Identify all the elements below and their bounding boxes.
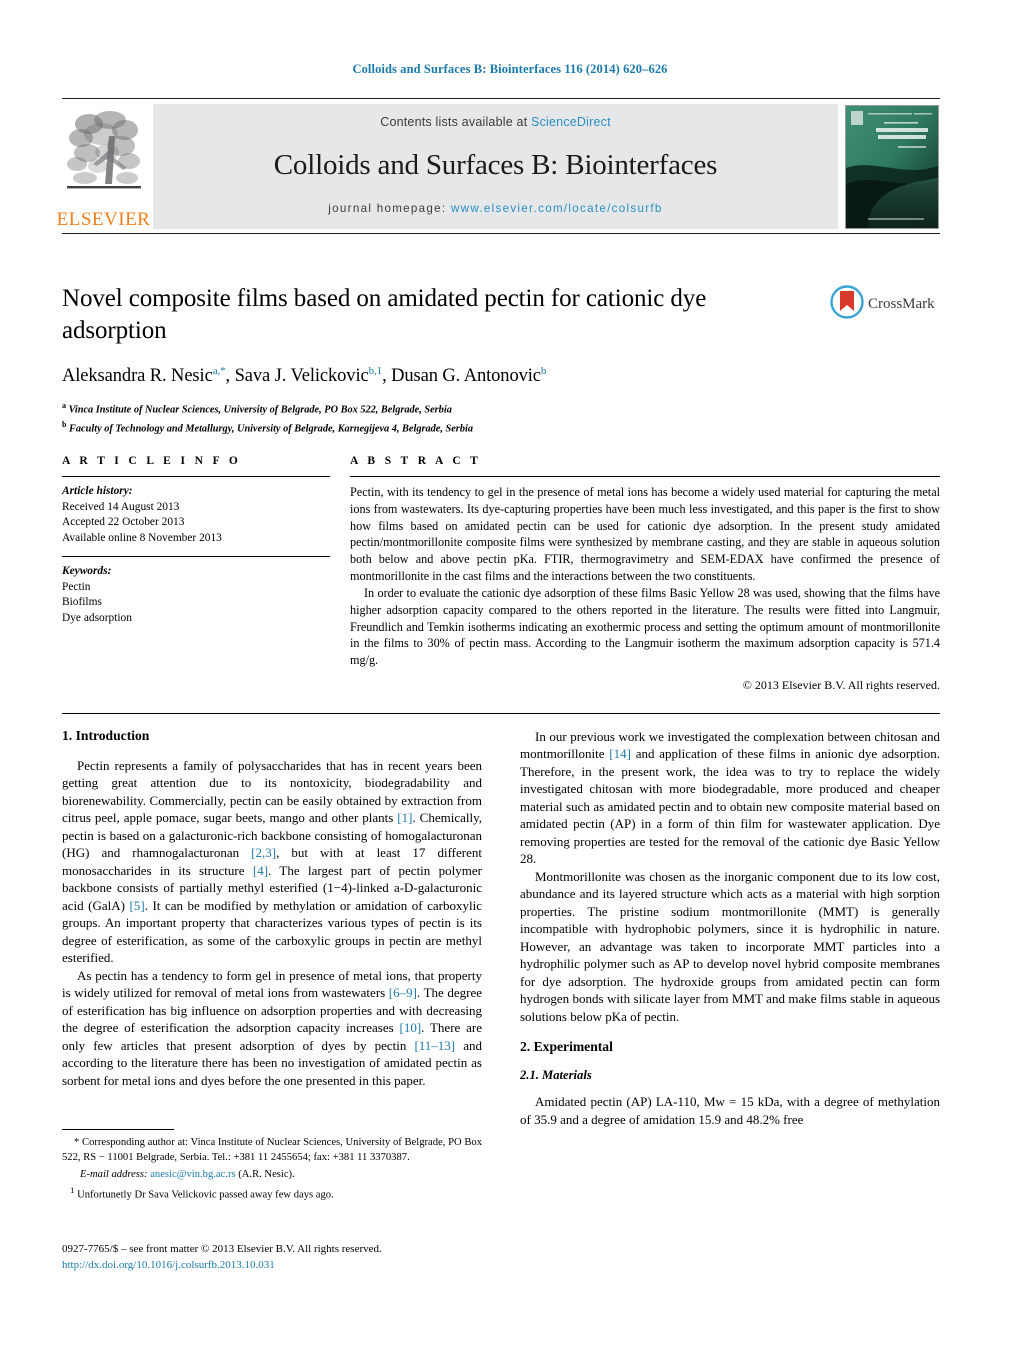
affiliation-list: a Vinca Institute of Nuclear Sciences, U… (62, 400, 762, 437)
affiliation-text-b: Faculty of Technology and Metallurgy, Un… (69, 422, 473, 434)
footnote-email-label: E-mail address: (80, 1168, 148, 1180)
abstract-paragraph-1: Pectin, with its tendency to gel in the … (350, 485, 940, 584)
footnote-email-link[interactable]: anesic@vin.bg.ac.rs (150, 1169, 235, 1180)
article-history-online: Available online 8 November 2013 (62, 532, 222, 545)
right-p1-b: and application of these films in anioni… (520, 746, 940, 867)
footnote-marker-1: 1 (70, 1185, 75, 1196)
footnote-note-1-text: Unfortunetly Dr Sava Velickovic passed a… (77, 1190, 334, 1202)
footnote-rule (62, 1129, 174, 1130)
footnote-email: E-mail address: anesic@vin.bg.ac.rs (A.R… (62, 1168, 482, 1183)
author-list: Aleksandra R. Nesica,*, Sava J. Velickov… (62, 365, 547, 387)
running-head: Colloids and Surfaces B: Biointerfaces 1… (352, 62, 668, 76)
article-history-accepted: Accepted 22 October 2013 (62, 516, 185, 529)
title-block: Novel composite films based on amidated … (62, 283, 762, 437)
affiliation-marker-b: b (62, 419, 67, 429)
footnote-note-1: 1 Unfortunetly Dr Sava Velickovic passed… (62, 1184, 482, 1203)
article-info-column: A R T I C L E I N F O Article history: R… (62, 455, 330, 693)
right-column: x In our previous work we investigated t… (520, 728, 940, 1128)
author-name-2: Sava J. Velickovic (234, 366, 369, 387)
affiliation-b: b Faculty of Technology and Metallurgy, … (62, 419, 762, 437)
info-abstract-band: A R T I C L E I N F O Article history: R… (62, 455, 940, 693)
citation-4[interactable]: [4] (253, 863, 268, 878)
abstract-paragraph-2: In order to evaluate the cationic dye ad… (350, 585, 940, 668)
right-paragraph-2: Montmorillonite was chosen as the inorga… (520, 868, 940, 1024)
contents-available-line: Contents lists available at ScienceDirec… (380, 115, 611, 129)
masthead-top-rule (62, 98, 940, 99)
citation-11-13[interactable]: [11–13] (414, 1038, 455, 1053)
affiliation-marker-a: a (62, 401, 66, 411)
journal-cover-block (844, 104, 940, 229)
page-title: Novel composite films based on amidated … (62, 285, 707, 344)
affiliation-a: a Vinca Institute of Nuclear Sciences, U… (62, 400, 762, 418)
masthead-bottom-rule (62, 233, 940, 234)
keywords-list: Keywords: Pectin Biofilms Dye adsorption (62, 564, 330, 627)
footnote-email-suffix: (A.R. Nesic). (235, 1168, 295, 1180)
author-sup-2: b,1 (368, 365, 383, 377)
journal-masthead: ELSEVIER Contents lists available at Sci… (57, 98, 940, 234)
doi-link[interactable]: http://dx.doi.org/10.1016/j.colsurfb.201… (62, 1258, 492, 1274)
section-heading-experimental: 2. Experimental (520, 1039, 613, 1055)
keyword-3: Dye adsorption (62, 612, 132, 625)
citation-5[interactable]: [5] (130, 898, 145, 913)
body-columns: 1. Introduction Pectin represents a fami… (62, 728, 940, 1128)
elsevier-tree-icon (66, 111, 141, 189)
abstract-rule (350, 476, 940, 477)
citation-1[interactable]: [1] (397, 810, 412, 825)
journal-cover-image (845, 104, 939, 229)
footnote-corresponding-author: * Corresponding author at: Vinca Institu… (62, 1137, 482, 1163)
left-column: 1. Introduction Pectin represents a fami… (62, 728, 482, 1128)
right-paragraph-1: In our previous work we investigated the… (520, 728, 940, 868)
author-name-1: Aleksandra R. Nesic (62, 366, 213, 387)
article-history-received: Received 14 August 2013 (62, 500, 180, 513)
crossmark-icon: CrossMark (830, 285, 935, 319)
sciencedirect-link[interactable]: ScienceDirect (531, 115, 611, 129)
abstract-column: A B S T R A C T Pectin, with its tendenc… (350, 455, 940, 693)
svg-text:CrossMark: CrossMark (868, 296, 935, 312)
crossmark-badge[interactable]: CrossMark (830, 285, 942, 319)
article-info-heading: A R T I C L E I N F O (62, 455, 242, 467)
issn-copyright-block: 0927-7765/$ – see front matter © 2013 El… (62, 1242, 492, 1274)
article-history: Article history: Received 14 August 2013… (62, 484, 330, 547)
intro-paragraph-1: Pectin represents a family of polysaccha… (62, 757, 482, 967)
subsection-heading-materials: 2.1. Materials (520, 1068, 592, 1083)
author-sup-1: a,* (212, 365, 226, 377)
elsevier-logo-block: ELSEVIER (57, 104, 150, 229)
paper-page: Colloids and Surfaces B: Biointerfaces 1… (0, 0, 1020, 1351)
affiliation-text-a: Vinca Institute of Nuclear Sciences, Uni… (68, 404, 452, 416)
journal-homepage-line: journal homepage: www.elsevier.com/locat… (328, 202, 662, 215)
footnote-block: * Corresponding author at: Vinca Institu… (62, 1129, 482, 1204)
article-history-label: Article history: (62, 485, 133, 497)
homepage-prefix: journal homepage: (328, 202, 451, 215)
citation-6-9[interactable]: [6–9] (389, 985, 417, 1000)
citation-2-3[interactable]: [2,3] (251, 845, 276, 860)
materials-paragraph-1: Amidated pectin (AP) LA-110, Mw = 15 kDa… (520, 1094, 940, 1127)
author-sup-3: b (540, 365, 547, 377)
elsevier-wordmark: ELSEVIER (56, 209, 151, 230)
author-name-3: Dusan G. Antonovic (391, 366, 541, 387)
keywords-label: Keywords: (62, 564, 112, 577)
citation-14[interactable]: [14] (609, 746, 631, 761)
journal-title: Colloids and Surfaces B: Biointerfaces (273, 149, 718, 181)
article-info-rule (62, 476, 330, 477)
abstract-heading: A B S T R A C T (350, 455, 482, 467)
abstract-body: Pectin, with its tendency to gel in the … (350, 484, 940, 669)
keyword-1: Pectin (62, 580, 91, 593)
intro-paragraph-2: As pectin has a tendency to form gel in … (62, 967, 482, 1089)
section-heading-introduction: 1. Introduction (62, 728, 150, 743)
homepage-url-link[interactable]: www.elsevier.com/locate/colsurfb (451, 202, 663, 215)
contents-prefix: Contents lists available at (380, 115, 532, 129)
issn-line: 0927-7765/$ – see front matter © 2013 El… (62, 1243, 382, 1255)
abstract-bottom-rule (62, 713, 940, 714)
abstract-copyright: © 2013 Elsevier B.V. All rights reserved… (742, 678, 940, 693)
masthead-center-band: Contents lists available at ScienceDirec… (153, 104, 838, 229)
keyword-2: Biofilms (62, 596, 102, 609)
keywords-rule (62, 555, 330, 557)
citation-10[interactable]: [10] (399, 1020, 421, 1035)
